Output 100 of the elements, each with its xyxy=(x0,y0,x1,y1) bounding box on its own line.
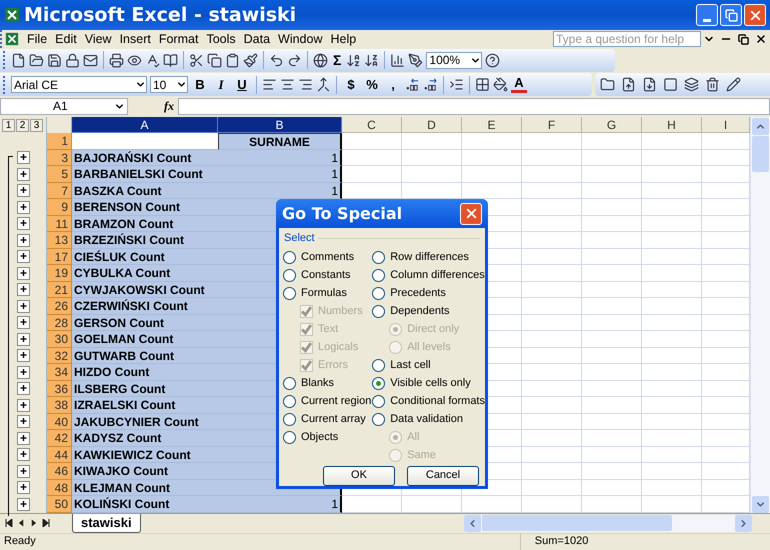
row-header[interactable]: 32 xyxy=(47,348,72,364)
zoom-field[interactable]: 100% xyxy=(426,52,482,68)
expand-button[interactable]: + xyxy=(17,481,30,494)
menu-item[interactable]: Tools xyxy=(202,30,240,48)
radio-button[interactable] xyxy=(372,413,386,426)
menu-item[interactable]: View xyxy=(80,30,116,48)
spell-check-icon[interactable] xyxy=(145,52,160,68)
help-icon[interactable] xyxy=(485,52,500,68)
row-header[interactable]: 34 xyxy=(47,364,72,380)
expand-button[interactable]: + xyxy=(17,464,30,478)
align-left-icon[interactable] xyxy=(262,77,277,92)
mail-icon[interactable] xyxy=(83,52,98,68)
fill-color-icon[interactable] xyxy=(493,77,508,92)
drawing-icon[interactable] xyxy=(408,52,424,68)
restore-icon[interactable] xyxy=(738,34,749,44)
outline-level-button[interactable]: 3 xyxy=(30,118,43,132)
column-header[interactable]: G xyxy=(582,117,642,133)
row-header[interactable]: 5 xyxy=(47,166,72,182)
expand-button[interactable]: + xyxy=(17,398,30,412)
first-sheet-icon[interactable] xyxy=(5,519,13,527)
decrease-decimal-icon[interactable] xyxy=(423,77,438,92)
radio-button[interactable] xyxy=(283,377,296,390)
column-header[interactable]: H xyxy=(642,117,702,133)
expand-button[interactable]: + xyxy=(17,250,30,264)
paste-icon[interactable] xyxy=(225,52,240,68)
row-header[interactable]: 3 xyxy=(47,150,72,166)
expand-button[interactable]: + xyxy=(17,283,30,296)
name-box[interactable]: A1 xyxy=(0,98,128,114)
row-header[interactable]: 36 xyxy=(47,380,72,397)
expand-button[interactable]: + xyxy=(17,448,30,462)
row-header[interactable]: 42 xyxy=(47,430,72,446)
radio-button[interactable] xyxy=(283,251,296,264)
frame-icon[interactable] xyxy=(663,77,678,92)
radio-button[interactable] xyxy=(283,431,296,444)
radio-button[interactable] xyxy=(283,269,296,282)
close-icon[interactable] xyxy=(755,33,767,45)
row-header[interactable]: 40 xyxy=(47,414,72,430)
radio-button[interactable] xyxy=(283,395,296,408)
expand-button[interactable]: + xyxy=(17,217,30,230)
undo-icon[interactable] xyxy=(269,52,284,68)
column-header[interactable]: A xyxy=(72,117,218,133)
number-format-button[interactable]: , xyxy=(384,74,402,94)
vertical-scrollbar[interactable] xyxy=(750,117,770,512)
folder-icon[interactable] xyxy=(600,77,615,92)
printer-icon[interactable] xyxy=(109,52,124,68)
new-document-icon[interactable] xyxy=(11,52,26,68)
expand-button[interactable]: + xyxy=(17,266,30,280)
font-field[interactable]: Arial CE xyxy=(11,76,147,93)
book-icon[interactable] xyxy=(163,52,178,68)
row-header[interactable]: 46 xyxy=(47,463,72,480)
menu-item[interactable]: Format xyxy=(154,30,202,48)
indent-icon[interactable] xyxy=(449,77,464,92)
chart-icon[interactable] xyxy=(390,52,406,68)
number-format-button[interactable]: % xyxy=(363,74,381,94)
close-button[interactable] xyxy=(460,202,482,224)
align-right-icon[interactable] xyxy=(298,77,313,92)
expand-button[interactable]: + xyxy=(17,332,30,346)
last-sheet-icon[interactable] xyxy=(42,519,50,527)
expand-button[interactable]: + xyxy=(17,168,30,181)
expand-button[interactable]: + xyxy=(17,184,30,198)
expand-button[interactable]: + xyxy=(17,200,30,214)
format-button[interactable]: I xyxy=(212,74,230,94)
minimize-button[interactable] xyxy=(696,4,718,26)
radio-button[interactable] xyxy=(283,413,296,426)
number-format-button[interactable]: $ xyxy=(342,74,360,94)
globe-icon[interactable] xyxy=(313,52,328,68)
dialog-button[interactable]: OK xyxy=(323,466,395,486)
document-icon[interactable] xyxy=(621,77,636,92)
save-icon[interactable] xyxy=(47,52,62,68)
column-header[interactable]: C xyxy=(342,117,402,133)
lock-icon[interactable] xyxy=(65,52,80,68)
align-center-icon[interactable] xyxy=(280,77,295,92)
radio-button[interactable] xyxy=(372,251,386,264)
row-header[interactable]: 38 xyxy=(47,397,72,414)
row-header[interactable]: 17 xyxy=(47,248,72,265)
horizontal-scrollbar[interactable] xyxy=(464,514,752,532)
menu-item[interactable]: Window xyxy=(274,30,326,48)
format-button[interactable]: B xyxy=(191,74,209,94)
expand-button[interactable]: + xyxy=(17,316,30,330)
layers-icon[interactable] xyxy=(684,77,699,92)
increase-decimal-icon[interactable] xyxy=(405,77,420,92)
expand-button[interactable]: + xyxy=(17,432,30,445)
row-header[interactable]: 21 xyxy=(47,282,72,298)
previous-sheet-icon[interactable] xyxy=(18,519,25,527)
expand-button[interactable]: + xyxy=(17,366,30,379)
expand-button[interactable]: + xyxy=(17,151,30,164)
row-header[interactable]: 48 xyxy=(47,480,72,496)
font-color-button[interactable]: A xyxy=(511,76,527,93)
row-header[interactable]: 30 xyxy=(47,331,72,348)
delete-icon[interactable] xyxy=(705,77,720,92)
column-header[interactable]: D xyxy=(402,117,462,133)
close-button[interactable] xyxy=(744,4,766,26)
redo-icon[interactable] xyxy=(287,52,302,68)
column-header[interactable]: B xyxy=(218,117,342,133)
scroll-thumb[interactable] xyxy=(482,515,672,531)
outline-level-button[interactable]: 2 xyxy=(16,118,29,132)
format-button[interactable]: U xyxy=(233,74,251,94)
menu-item[interactable]: File xyxy=(23,30,52,48)
sort-ascending-icon[interactable] xyxy=(346,52,362,68)
menu-item[interactable]: Edit xyxy=(51,30,81,48)
